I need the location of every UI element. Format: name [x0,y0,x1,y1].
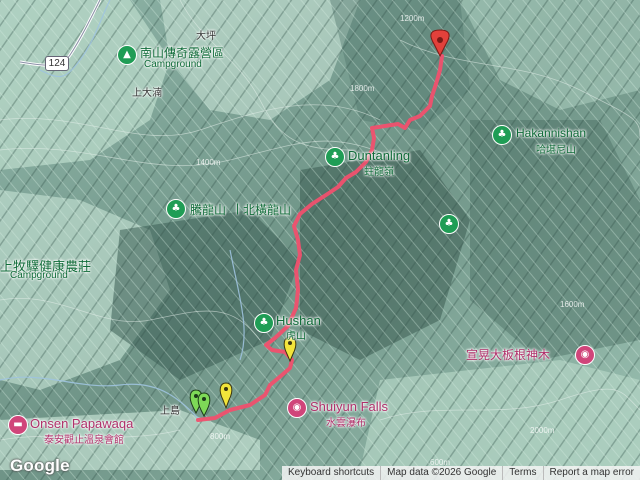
map-data-label: Map data ©2026 Google [380,466,502,480]
tree-icon[interactable]: ▲ [117,45,137,65]
onsen-label[interactable]: Onsen Papawaqa [30,416,133,431]
guanjian-tree-label[interactable]: 宣晃大板根神木 [466,346,550,363]
duntanling-label[interactable]: Duntanling [348,148,410,163]
tenglong-label[interactable]: 騰龍山 [190,201,226,218]
bed-icon[interactable]: ▬ [8,415,28,435]
camera-icon[interactable]: ◉ [575,345,595,365]
hushan-zh-label: 虎山 [286,331,306,342]
hakannishan-label[interactable]: Hakannishan [516,126,586,140]
contour-label: 1200m [400,14,425,23]
tree-icon[interactable]: ♣ [325,147,345,167]
contour-label: 1600m [560,300,585,309]
highway-shield: 124 [45,56,69,71]
contour-label: 1800m [350,84,375,93]
contour-label: 1400m [196,158,221,167]
shangdao-label: 上島 [160,406,180,417]
contour-label: 800m [210,432,231,441]
dapin-label: 大坪 [196,31,216,42]
shuiyun-falls-label[interactable]: Shuiyun Falls [310,399,388,414]
duntanling-zh-label: 蛀龍嶺 [364,167,394,178]
shuiyun-falls-zh-label: 水雲瀑布 [326,418,366,429]
tree-icon[interactable]: ♣ [492,125,512,145]
keyboard-shortcuts-link[interactable]: Keyboard shortcuts [282,466,380,480]
tree-icon[interactable]: ♣ [439,214,459,234]
google-logo[interactable]: Google [10,456,70,476]
camera-icon[interactable]: ◉ [287,398,307,418]
separator: | [236,201,240,215]
hushan-label[interactable]: Hushan [276,313,321,328]
hakannishan-zh-label: 哈堪尼山 [536,145,576,156]
report-map-error-link[interactable]: Report a map error [542,466,640,480]
terms-link[interactable]: Terms [502,466,542,480]
shangdaqing-label: 上大湳 [132,88,162,99]
contour-label: 2000m [530,426,555,435]
attribution-bar: Keyboard shortcuts Map data ©2026 Google… [281,466,640,480]
beihenglong-label[interactable]: 北橫龍山 [243,201,291,218]
tree-icon[interactable]: ♣ [254,313,274,333]
onsen-zh-label: 泰安觀止溫泉會館 [44,435,124,446]
ranch-campground-label: Campground [10,270,68,281]
tree-icon[interactable]: ♣ [166,199,186,219]
campground-label: Campground [144,59,202,70]
